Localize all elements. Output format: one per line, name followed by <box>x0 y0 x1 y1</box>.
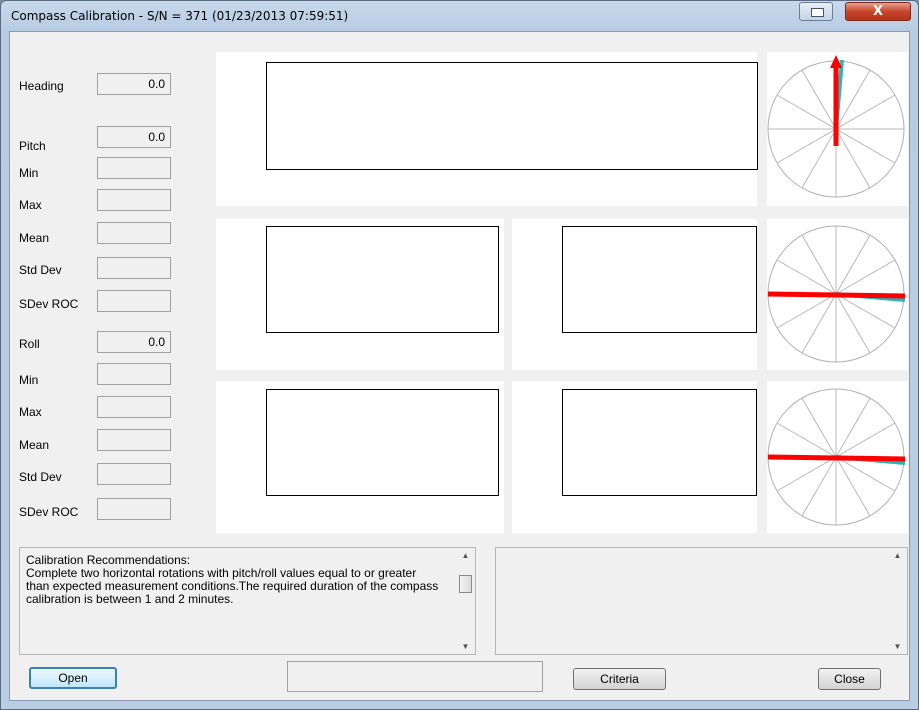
restore-icon <box>811 8 824 17</box>
pitch-min-label: Min <box>19 166 39 180</box>
heading-plot <box>216 52 758 206</box>
pitch-mean-label: Mean <box>19 231 50 245</box>
recommendations-text: Calibration Recommendations: Complete tw… <box>26 554 441 606</box>
roll-needle <box>767 454 906 462</box>
recommendations-body: Complete two horizontal rotations with p… <box>26 566 439 606</box>
pitch-plot-right <box>512 219 757 370</box>
pitch-max-field[interactable] <box>97 189 171 211</box>
scroll-thumb[interactable] <box>459 575 472 593</box>
roll-sdev-roc-field[interactable] <box>97 498 171 520</box>
roll-max-label: Max <box>19 405 42 419</box>
pitch-label: Pitch <box>19 139 46 153</box>
pitch-sdev-roc-label: SDev ROC <box>19 297 79 311</box>
pitch-std-dev-field[interactable] <box>97 257 171 279</box>
scroll-down-arrow-icon[interactable]: ▼ <box>457 642 474 651</box>
pitch-plot-right-frame <box>562 226 757 333</box>
log-scrollbar[interactable]: ▲ ▼ <box>889 549 906 653</box>
roll-plot-left-frame <box>266 389 499 496</box>
heading-field[interactable]: 0.0 <box>97 73 171 95</box>
heading-compass-dial <box>767 55 905 198</box>
pitch-sdev-roc-field[interactable] <box>97 290 171 312</box>
roll-field[interactable]: 0.0 <box>97 331 171 353</box>
pitch-min-field[interactable] <box>97 157 171 179</box>
roll-min-field[interactable] <box>97 363 171 385</box>
roll-max-field[interactable] <box>97 396 171 418</box>
status-box <box>287 661 543 692</box>
roll-label: Roll <box>19 337 40 351</box>
close-button[interactable]: Close <box>818 668 881 690</box>
heading-label: Heading <box>19 79 64 93</box>
log-textarea[interactable]: ▲ ▼ <box>495 547 908 655</box>
roll-std-dev-field[interactable] <box>97 463 171 485</box>
roll-min-label: Min <box>19 373 39 387</box>
roll-sdev-roc-label: SDev ROC <box>19 505 79 519</box>
pitch-plot-left <box>216 219 504 370</box>
pitch-max-label: Max <box>19 198 42 212</box>
pitch-mean-field[interactable] <box>97 222 171 244</box>
dialog-body: Heading 0.0 Pitch 0.0 Min Max Mean Std D… <box>9 31 910 701</box>
roll-plot-right <box>512 381 757 533</box>
compass-calibration-window: Compass Calibration - S/N = 371 (01/23/2… <box>0 0 919 710</box>
pitch-compass-dial <box>767 225 906 363</box>
pitch-compass <box>767 219 908 370</box>
roll-mean-label: Mean <box>19 438 50 452</box>
pitch-plot-left-frame <box>266 226 499 333</box>
recommendations-scrollbar[interactable]: ▲ ▼ <box>457 549 474 653</box>
roll-compass <box>767 381 908 533</box>
log-scroll-up-arrow-icon[interactable]: ▲ <box>889 551 906 560</box>
window-title: Compass Calibration - S/N = 371 (01/23/2… <box>11 9 349 23</box>
open-button[interactable]: Open <box>29 667 117 689</box>
heading-compass <box>767 52 908 206</box>
scroll-up-arrow-icon[interactable]: ▲ <box>457 551 474 560</box>
log-scroll-down-arrow-icon[interactable]: ▼ <box>889 642 906 651</box>
restore-button[interactable] <box>799 2 833 21</box>
roll-mean-field[interactable] <box>97 429 171 451</box>
pitch-field[interactable]: 0.0 <box>97 126 171 148</box>
roll-plot-right-frame <box>562 389 757 496</box>
roll-compass-dial <box>767 388 906 526</box>
pitch-needle <box>767 291 906 299</box>
window-close-button[interactable]: X <box>845 2 911 21</box>
roll-std-dev-label: Std Dev <box>19 470 62 484</box>
heading-plot-frame <box>266 62 758 170</box>
title-bar[interactable]: Compass Calibration - S/N = 371 (01/23/2… <box>1 1 918 31</box>
criteria-button[interactable]: Criteria <box>573 668 666 690</box>
pitch-std-dev-label: Std Dev <box>19 263 62 277</box>
roll-plot-left <box>216 381 504 533</box>
close-icon: X <box>872 4 884 19</box>
calibration-recommendations[interactable]: Calibration Recommendations: Complete tw… <box>19 547 476 655</box>
